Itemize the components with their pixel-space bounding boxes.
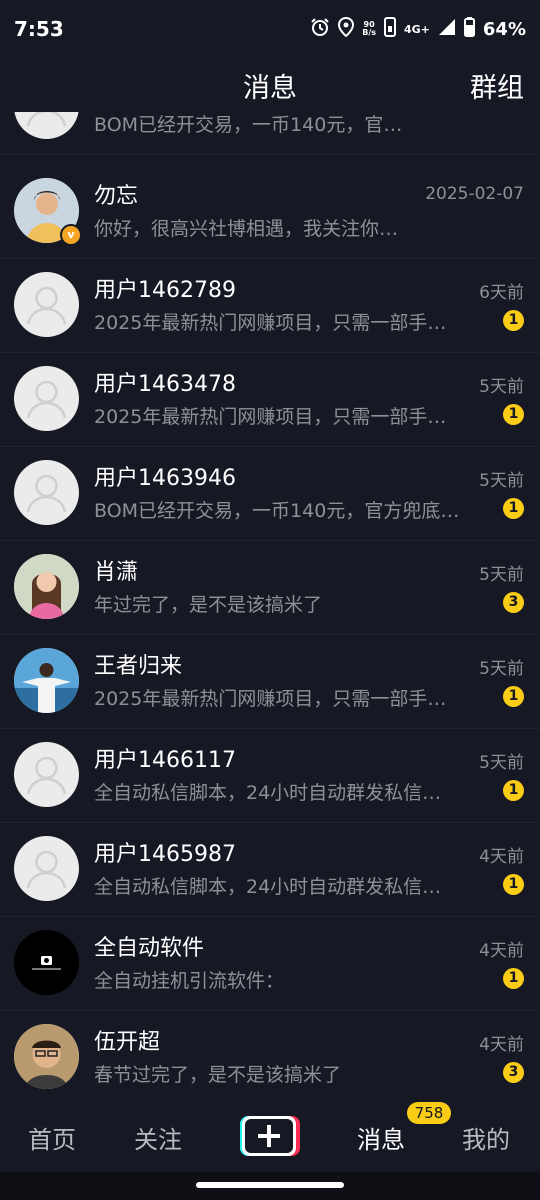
status-time: 7:53 (14, 17, 64, 41)
bottom-nav: 首页 关注 消息 758 我的 (0, 1102, 540, 1172)
avatar (14, 366, 79, 431)
message-time: 5天前 (479, 753, 524, 773)
message-time: 2025-02-07 (425, 184, 524, 204)
message-time: 4天前 (479, 1035, 524, 1055)
location-icon (338, 16, 355, 42)
conversation-row[interactable]: v 勿忘 你好，很高兴社博相遇，我关注你… 2025-02-07 (0, 164, 540, 259)
conversation-list[interactable]: BOM已经开交易，一币140元，官… v 勿忘 你好，很高兴社博相遇，我关注你…… (0, 112, 540, 1102)
battery-percent: 64% (482, 18, 526, 40)
contact-name: 用户1465987 (94, 842, 236, 867)
create-button[interactable] (238, 1114, 300, 1158)
network-speed: 90 B/s (362, 21, 376, 37)
message-preview: 2025年最新热门网赚项目，只需一部手… (94, 312, 447, 334)
net-speed-unit: B/s (362, 28, 376, 37)
contact-name: 用户1463478 (94, 372, 236, 397)
page-title: 消息 (243, 73, 297, 104)
group-button[interactable]: 群组 (470, 66, 524, 105)
message-preview: BOM已经开交易，一币140元，官方兜底… (94, 500, 460, 522)
message-time: 5天前 (479, 565, 524, 585)
avatar (14, 836, 79, 901)
contact-name: 用户1462789 (94, 278, 236, 303)
message-preview: 年过完了，是不是该搞米了 (94, 594, 323, 616)
message-time: 5天前 (479, 659, 524, 679)
nav-messages[interactable]: 消息 (357, 1120, 405, 1155)
message-preview: 全自动私信脚本，24小时自动群发私信… (94, 782, 442, 804)
conversation-row[interactable]: 肖潇 年过完了，是不是该搞米了 5天前 3 (0, 540, 540, 635)
conversation-row[interactable]: 用户1462789 2025年最新热门网赚项目，只需一部手… 6天前 1 (0, 258, 540, 353)
avatar (14, 460, 79, 525)
network-type: 4G+ (404, 22, 430, 36)
message-preview: 春节过完了，是不是该搞米了 (94, 1064, 342, 1086)
unread-badge: 3 (503, 592, 524, 613)
unread-badge: 1 (503, 404, 524, 425)
avatar (14, 1024, 79, 1089)
message-preview: 2025年最新热门网赚项目，只需一部手… (94, 406, 447, 428)
message-time: 6天前 (479, 283, 524, 303)
sim-icon (384, 16, 396, 42)
gesture-bar[interactable] (196, 1182, 344, 1188)
unread-badge: 1 (503, 968, 524, 989)
avatar (14, 112, 79, 139)
conversation-row[interactable]: 用户1466117 全自动私信脚本，24小时自动群发私信… 5天前 1 (0, 728, 540, 823)
message-preview: 2025年最新热门网赚项目，只需一部手… (94, 688, 447, 710)
unread-badge: 1 (503, 310, 524, 331)
message-time: 4天前 (479, 847, 524, 867)
avatar (14, 648, 79, 713)
contact-name: 伍开超 (94, 1030, 161, 1055)
status-icons: 90 B/s 4G+ 64% (310, 16, 526, 42)
message-preview: BOM已经开交易，一币140元，官… (94, 114, 403, 136)
nav-follow[interactable]: 关注 (134, 1120, 182, 1155)
signal-icon (438, 18, 456, 41)
battery-icon (463, 16, 475, 42)
header: 消息 群组 (0, 58, 540, 112)
message-time: 5天前 (479, 377, 524, 397)
status-bar: 7:53 90 B/s 4G+ 64% (0, 0, 540, 58)
avatar (14, 930, 79, 995)
conversation-row[interactable]: 伍开超 春节过完了，是不是该搞米了 4天前 3 (0, 1010, 540, 1102)
avatar (14, 554, 79, 619)
avatar (14, 742, 79, 807)
message-time: 4天前 (479, 941, 524, 961)
message-time: 5天前 (479, 471, 524, 491)
message-preview: 全自动挂机引流软件： (94, 970, 285, 992)
contact-name: 用户1463946 (94, 466, 236, 491)
avatar (14, 272, 79, 337)
unread-badge: 1 (503, 498, 524, 519)
unread-badge: 1 (503, 780, 524, 801)
contact-name: 王者归来 (94, 654, 183, 679)
nav-me[interactable]: 我的 (462, 1120, 510, 1155)
message-preview: 全自动私信脚本，24小时自动群发私信… (94, 876, 442, 898)
unread-badge: 1 (503, 686, 524, 707)
conversation-row[interactable]: 王者归来 2025年最新热门网赚项目，只需一部手… 5天前 1 (0, 634, 540, 729)
verified-badge-icon: v (60, 224, 82, 246)
message-preview: 你好，很高兴社博相遇，我关注你… (94, 218, 399, 240)
nav-home[interactable]: 首页 (28, 1120, 76, 1155)
conversation-row[interactable]: 用户1463478 2025年最新热门网赚项目，只需一部手… 5天前 1 (0, 352, 540, 447)
conversation-row[interactable]: 全自动软件 全自动挂机引流软件： 4天前 1 (0, 916, 540, 1011)
contact-name: 全自动软件 (94, 936, 205, 961)
conversation-row[interactable]: 用户1463946 BOM已经开交易，一币140元，官方兜底… 5天前 1 (0, 446, 540, 541)
conversation-row[interactable]: 用户1465987 全自动私信脚本，24小时自动群发私信… 4天前 1 (0, 822, 540, 917)
messages-badge: 758 (407, 1102, 451, 1124)
contact-name: 勿忘 (94, 184, 139, 209)
contact-name: 用户1466117 (94, 748, 236, 773)
conversation-row[interactable]: BOM已经开交易，一币140元，官… (0, 112, 540, 155)
contact-name: 肖潇 (94, 560, 139, 585)
unread-badge: 1 (503, 874, 524, 895)
alarm-icon (310, 17, 330, 42)
unread-badge: 3 (503, 1062, 524, 1083)
